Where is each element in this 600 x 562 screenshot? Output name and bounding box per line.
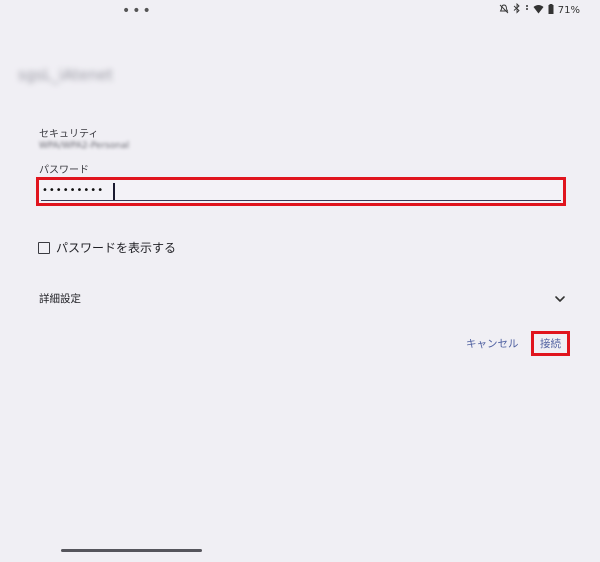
bluetooth-icon — [513, 2, 521, 18]
signal-icon — [525, 4, 529, 18]
show-password-checkbox[interactable]: パスワードを表示する — [38, 239, 176, 256]
checkbox-icon[interactable] — [38, 241, 50, 254]
connect-button[interactable]: 接続 — [531, 331, 570, 356]
cancel-button[interactable]: キャンセル — [466, 336, 519, 351]
text-cursor — [113, 183, 115, 201]
chevron-down-icon[interactable] — [553, 291, 567, 305]
advanced-settings-label: 詳細設定 — [39, 292, 81, 305]
connect-button-label: 接続 — [540, 338, 561, 350]
security-label: セキュリティ — [39, 129, 99, 140]
password-masked-value: ••••••••• — [42, 185, 105, 196]
security-value: WPA/WPA2-Personal — [39, 141, 130, 151]
input-underline — [41, 200, 561, 201]
advanced-settings-row[interactable]: 詳細設定 — [39, 289, 571, 307]
network-ssid-title: sgsL_iAtenet — [18, 66, 113, 84]
status-bar: ••• 71% — [0, 0, 600, 20]
wifi-icon — [533, 4, 544, 18]
notifications-off-icon — [499, 4, 509, 18]
show-password-label: パスワードを表示する — [56, 241, 177, 255]
battery-icon — [548, 3, 554, 18]
status-icons: 71% — [499, 2, 580, 18]
password-label: パスワード — [39, 165, 89, 176]
camera-dots-icon: ••• — [122, 3, 153, 19]
password-input[interactable]: ••••••••• — [36, 177, 566, 206]
navigation-handle[interactable] — [61, 549, 202, 552]
battery-percent: 71% — [557, 5, 580, 16]
